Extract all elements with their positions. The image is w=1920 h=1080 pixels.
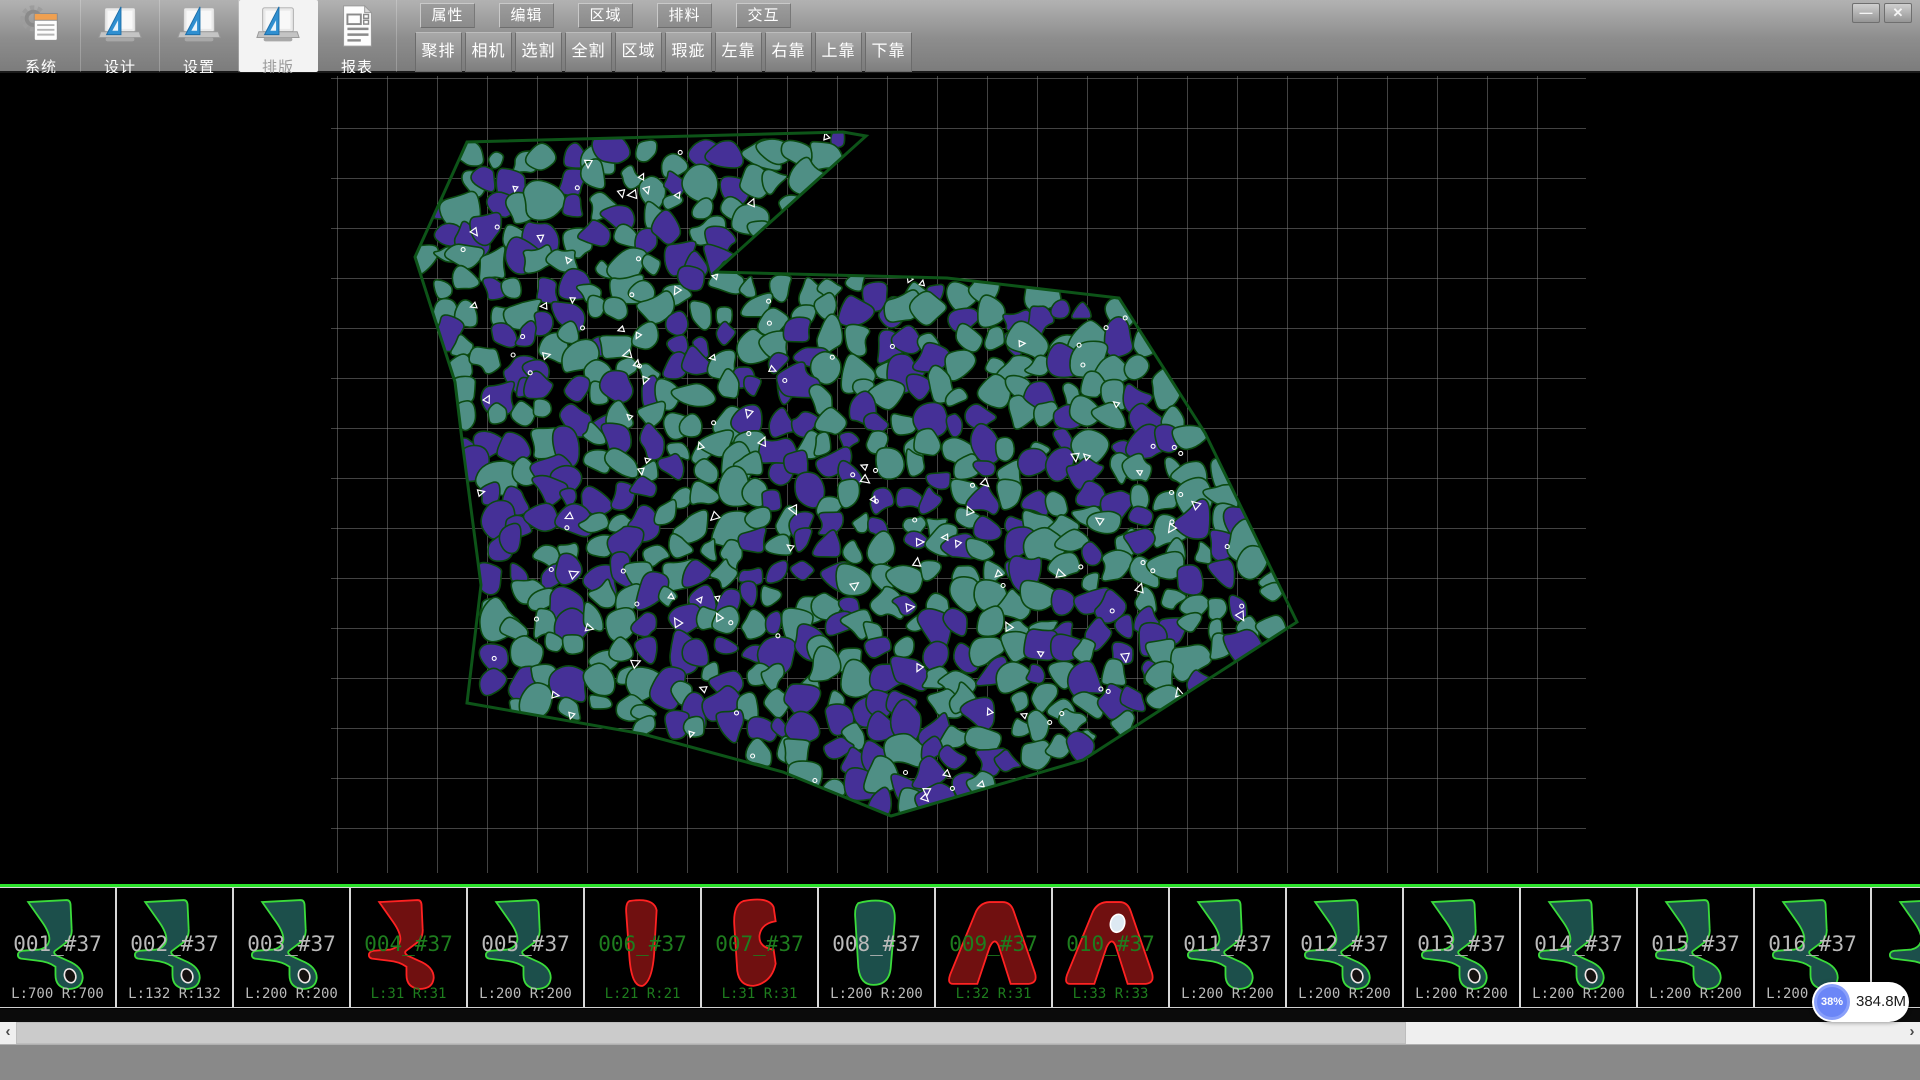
status-bar (0, 1044, 1920, 1080)
menu-tab-交互[interactable]: 交互 (736, 3, 791, 28)
piece-label: 015_#37 (1638, 932, 1753, 956)
menu-tab-编辑[interactable]: 编辑 (499, 3, 554, 28)
tool-button-选割[interactable]: 选割 (515, 32, 562, 72)
piece-counts: L:200 R:200 (1170, 986, 1285, 1002)
piece-label: 003_#37 (234, 932, 349, 956)
menu-tab-row: 属性编辑区域排料交互 (420, 3, 815, 28)
piece-label: 014_#37 (1521, 932, 1636, 956)
piece-counts: L:32 R:31 (936, 986, 1051, 1002)
tool-button-区域[interactable]: 区域 (615, 32, 662, 72)
minimize-button[interactable]: — (1852, 3, 1880, 23)
piece-label: 005_#37 (468, 932, 583, 956)
piece-counts: L:200 R:200 (1638, 986, 1753, 1002)
piece-thumbnail-009_#37[interactable]: 009_#37 L:32 R:31 (936, 888, 1053, 1007)
piece-counts: L:21 R:21 (585, 986, 700, 1002)
piece-thumbnail-002_#37[interactable]: 002_#37 L:132 R:132 (117, 888, 234, 1007)
pieces-thumbnail-strip: 001_#37L:700 R:700002_#37L:132 R:132003_… (0, 887, 1920, 1008)
scrollbar-thumb[interactable] (16, 1022, 1406, 1044)
piece-thumbnail-013_#37[interactable]: 013_#37 L:200 R:200 (1404, 888, 1521, 1007)
piece-thumbnail-015_#37[interactable]: 015_#37 L:200 R:200 (1638, 888, 1755, 1007)
piece-counts: L:200 R:200 (1521, 986, 1636, 1002)
memory-badge[interactable]: 38% 384.8M (1812, 982, 1909, 1022)
piece-thumbnail-008_#37[interactable]: 008_#37 L:200 R:200 (819, 888, 936, 1007)
scroll-right-arrow-icon[interactable]: › (1904, 1022, 1920, 1044)
scroll-left-arrow-icon[interactable]: ‹ (0, 1022, 16, 1044)
piece-thumbnail-012_#37[interactable]: 012_#37 L:200 R:200 (1287, 888, 1404, 1007)
piece-counts: L:200 R:200 (1404, 986, 1519, 1002)
piece-label: 013_#37 (1404, 932, 1519, 956)
piece-thumbnail-003_#37[interactable]: 003_#37 L:200 R:200 (234, 888, 351, 1007)
piece-thumbnail-005_#37[interactable]: 005_#37 L:200 R:200 (468, 888, 585, 1007)
main-button-设置[interactable]: 设置 (160, 0, 239, 72)
piece-thumbnail-004_#37[interactable]: 004_#37 L:31 R:31 (351, 888, 468, 1007)
tool-button-相机[interactable]: 相机 (465, 32, 512, 72)
piece-label: 004_#37 (351, 932, 466, 956)
piece-label: 007_#37 (702, 932, 817, 956)
system-gear-icon (18, 3, 64, 54)
badge-percent-circle: 38% (1814, 984, 1850, 1020)
piece-thumbnail-010_#37[interactable]: 010_#37 L:33 R:33 (1053, 888, 1170, 1007)
main-button-设计[interactable]: 设计 (81, 0, 160, 72)
canvas-area (0, 73, 1920, 884)
piece-counts: L:31 R:31 (702, 986, 817, 1002)
tool-button-全割[interactable]: 全割 (565, 32, 612, 72)
piece-label: 002_#37 (117, 932, 232, 956)
menu-tab-属性[interactable]: 属性 (420, 3, 475, 28)
badge-value: 384.8M (1856, 982, 1906, 1022)
piece-label: 001_#37 (0, 932, 115, 956)
window-controls: — ✕ (1852, 3, 1912, 23)
piece-counts: L:200 R:200 (819, 986, 934, 1002)
piece-label: 008_#37 (819, 932, 934, 956)
menu-tab-排料[interactable]: 排料 (657, 3, 712, 28)
main-mode-buttons: 系统设计设置排版报表 (2, 0, 397, 73)
nesting-app-window: 系统设计设置排版报表 属性编辑区域排料交互 聚排相机选割全割区域瑕疵左靠右靠上靠… (0, 0, 1920, 1080)
design-ruler-icon (97, 3, 143, 54)
main-button-排版[interactable]: 排版 (239, 0, 318, 72)
nesting-ruler-icon (255, 3, 301, 54)
piece-thumbnail-011_#37[interactable]: 011_#37 L:200 R:200 (1170, 888, 1287, 1007)
piece-label: 011_#37 (1170, 932, 1285, 956)
tool-button-聚排[interactable]: 聚排 (415, 32, 462, 72)
piece-thumbnail-006_#37[interactable]: 006_#37 L:21 R:21 (585, 888, 702, 1007)
piece-label: 009_#37 (936, 932, 1051, 956)
piece-thumbnail-001_#37[interactable]: 001_#37 L:700 R:700 (0, 888, 117, 1007)
tool-button-左靠[interactable]: 左靠 (715, 32, 762, 72)
piece-counts: L:200 R:200 (1287, 986, 1402, 1002)
piece-thumbnail-014_#37[interactable]: 014_#37 L:200 R:200 (1521, 888, 1638, 1007)
tool-button-下靠[interactable]: 下靠 (865, 32, 912, 72)
piece-counts: L:200 R:200 (468, 986, 583, 1002)
tool-button-瑕疵[interactable]: 瑕疵 (665, 32, 712, 72)
piece-label: 010_#37 (1053, 932, 1168, 956)
tool-button-row: 聚排相机选割全割区域瑕疵左靠右靠上靠下靠 (415, 32, 915, 72)
piece-counts: L:33 R:33 (1053, 986, 1168, 1002)
tool-button-右靠[interactable]: 右靠 (765, 32, 812, 72)
piece-counts: L:132 R:132 (117, 986, 232, 1002)
strip-gap (0, 1009, 1920, 1022)
settings-ruler-icon (176, 3, 222, 54)
close-button[interactable]: ✕ (1884, 3, 1912, 23)
main-button-报表[interactable]: 报表 (318, 0, 397, 72)
piece-counts: L:700 R:700 (0, 986, 115, 1002)
main-button-系统[interactable]: 系统 (2, 0, 81, 72)
piece-label: 016_#37 (1755, 932, 1870, 956)
piece-label: 006_#37 (585, 932, 700, 956)
report-icon (334, 3, 380, 54)
horizontal-scrollbar[interactable]: ‹ › (0, 1022, 1920, 1044)
nesting-canvas[interactable] (331, 76, 1586, 878)
main-toolbar: 系统设计设置排版报表 属性编辑区域排料交互 聚排相机选割全割区域瑕疵左靠右靠上靠… (0, 0, 1920, 73)
menu-tab-区域[interactable]: 区域 (578, 3, 633, 28)
piece-thumbnail-007_#37[interactable]: 007_#37 L:31 R:31 (702, 888, 819, 1007)
tool-button-上靠[interactable]: 上靠 (815, 32, 862, 72)
piece-counts: L:200 R:200 (234, 986, 349, 1002)
piece-counts: L:31 R:31 (351, 986, 466, 1002)
piece-label: 012_#37 (1287, 932, 1402, 956)
